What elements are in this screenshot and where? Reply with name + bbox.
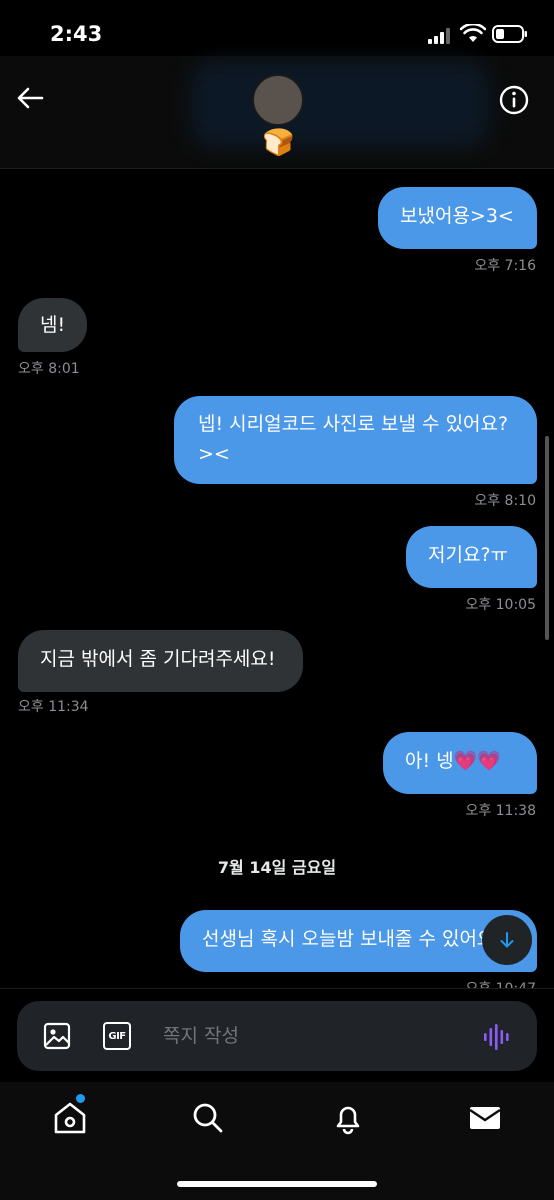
voice-message-icon[interactable] [483, 1022, 513, 1052]
messages-mail-icon[interactable] [465, 1098, 505, 1138]
message-time: 오후 7:16 [474, 258, 536, 274]
message-bubble-incoming[interactable]: 지금 밖에서 좀 기다려주세요! [18, 630, 303, 692]
back-arrow-icon[interactable] [14, 82, 46, 114]
scrollbar[interactable] [545, 436, 549, 640]
image-icon[interactable] [43, 1022, 71, 1050]
message-time: 오후 8:10 [474, 493, 536, 509]
message-bubble-outgoing[interactable]: 저기요?ㅠ [406, 526, 537, 588]
message-input[interactable]: 쪽지 작성 [163, 1021, 239, 1051]
message-bubble-outgoing[interactable]: 넵! 시리얼코드 사진로 보낼 수 있어요? >< [174, 396, 537, 484]
wifi-icon [460, 24, 486, 42]
gif-label: GIF [108, 1030, 126, 1042]
bottom-navigation [0, 1082, 554, 1200]
message-list[interactable]: 보냈어용>3< 오후 7:16 넴! 오후 8:01 넵! 시리얼코드 사진로 … [0, 170, 554, 988]
home-indicator[interactable] [177, 1181, 377, 1187]
message-bubble-outgoing[interactable]: 아! 넹💗💗 [383, 732, 537, 794]
scroll-to-bottom-button[interactable] [482, 915, 532, 965]
arrow-down-icon [500, 932, 514, 948]
message-time: 오후 8:01 [18, 361, 80, 377]
notification-dot [76, 1094, 85, 1103]
message-bubble-incoming[interactable]: 넴! [18, 298, 87, 352]
message-text: 넵! 시리얼코드 사진로 보낼 수 있어요? >< [198, 413, 509, 465]
cellular-signal-icon [428, 28, 450, 44]
blurred-name-area [190, 60, 490, 148]
profile-emoji: 🍞 [262, 128, 295, 158]
status-time: 2:43 [50, 22, 103, 46]
message-time: 오후 11:38 [465, 803, 536, 819]
message-text: 선생님 혹시 오늘밤 보내줄 수 있어요 [202, 928, 495, 950]
conversation-header: 🍞 [0, 56, 554, 169]
message-time: 오후 11:34 [18, 699, 89, 715]
message-text: 아! 넹💗💗 [405, 750, 501, 772]
notifications-bell-icon[interactable] [328, 1098, 368, 1138]
message-bubble-outgoing[interactable]: 보냈어용>3< [378, 187, 537, 249]
message-time: 오후 10:05 [465, 597, 536, 613]
home-icon[interactable] [50, 1098, 90, 1138]
date-divider: 7월 14일 금요일 [217, 858, 337, 877]
info-icon[interactable] [498, 84, 530, 116]
composer-bar: GIF 쪽지 작성 [0, 988, 554, 1083]
message-time: 오후 10:47 [465, 978, 536, 988]
message-text: 저기요?ㅠ [428, 544, 509, 566]
avatar[interactable] [252, 74, 304, 126]
message-composer: GIF 쪽지 작성 [17, 1001, 537, 1071]
message-text: 보냈어용>3< [400, 205, 514, 227]
message-text: 지금 밖에서 좀 기다려주세요! [40, 648, 276, 670]
gif-button[interactable]: GIF [103, 1022, 131, 1050]
message-text: 넴! [40, 314, 66, 336]
battery-icon [492, 25, 527, 43]
search-icon[interactable] [188, 1098, 228, 1138]
